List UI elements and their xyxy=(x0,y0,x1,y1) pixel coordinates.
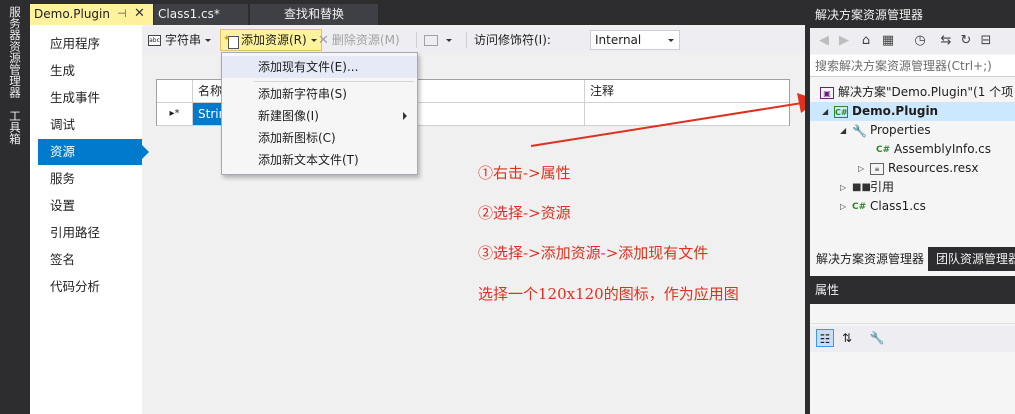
tree-item-resources[interactable]: ▷ ≡ Resources.resx xyxy=(810,159,1015,178)
close-icon[interactable]: ✕ xyxy=(134,4,145,24)
menu-item-add-new-string[interactable]: 添加新字符串(S) xyxy=(222,83,417,105)
chevron-down-icon xyxy=(205,39,212,42)
tab-demo-plugin[interactable]: Demo.Plugin ⊣ ✕ xyxy=(30,4,153,25)
tab-signing[interactable]: 签名 xyxy=(38,247,142,273)
solution-icon: ▣ xyxy=(820,86,834,99)
access-modifier-label: 访问修饰符(I): xyxy=(474,33,551,47)
expanded-icon: ◢ xyxy=(822,107,829,116)
solution-explorer-toolbar: ◀ ▶ ⌂ ▦ ◷ ⇆ ↻ ⊟ xyxy=(810,28,1015,54)
pending-changes-icon[interactable]: ◷ xyxy=(912,33,928,49)
tab-settings[interactable]: 设置 xyxy=(38,193,142,219)
wrench-icon: 🔧 xyxy=(852,123,867,138)
chevron-down-icon xyxy=(668,39,674,42)
tree-item-class1[interactable]: ▷ C# Class1.cs xyxy=(810,197,1015,216)
property-pages-icon[interactable]: 🔧 xyxy=(868,329,886,347)
tab-services[interactable]: 服务 xyxy=(38,166,142,192)
tab-build[interactable]: 生成 xyxy=(38,58,142,84)
menu-item-add-existing-file[interactable]: 添加现有文件(E)... xyxy=(222,56,417,78)
grid-header-comment[interactable]: 注释 xyxy=(585,80,789,103)
tree-item-solution[interactable]: ▣ 解决方案"Demo.Plugin"(1 个项 xyxy=(810,83,1015,102)
tree-item-properties[interactable]: ◢ 🔧 Properties xyxy=(810,121,1015,140)
grid-cell-comment[interactable] xyxy=(585,103,789,126)
expanded-icon: ◢ xyxy=(840,126,847,135)
toolbar-separator xyxy=(466,32,467,48)
solution-bottom-tabs: 解决方案资源管理器 团队资源管理器 xyxy=(810,247,1015,271)
tab-class1[interactable]: Class1.cs* xyxy=(154,4,248,25)
solution-explorer-title: 解决方案资源管理器 xyxy=(810,0,1015,28)
project-properties-tabs: 应用程序 生成 生成事件 调试 资源 服务 设置 引用路径 签名 代码分析 xyxy=(30,25,149,414)
categorized-icon[interactable]: ☷ xyxy=(816,329,834,347)
menu-item-new-image[interactable]: 新建图像(I) xyxy=(222,105,417,127)
view-button[interactable] xyxy=(424,29,452,51)
properties-object-selector[interactable] xyxy=(810,304,1015,324)
tab-solution-explorer[interactable]: 解决方案资源管理器 xyxy=(810,247,928,271)
properties-toolbar: ☷ ⇅ 🔧 xyxy=(810,326,1015,352)
add-resource-menu: 添加现有文件(E)... 添加新字符串(S) 新建图像(I) 添加新图标(C) … xyxy=(221,52,418,175)
menu-item-add-new-text-file[interactable]: 添加新文本文件(T) xyxy=(222,149,417,171)
tab-build-events[interactable]: 生成事件 xyxy=(38,85,142,111)
menu-separator xyxy=(254,81,414,82)
tab-team-explorer[interactable]: 团队资源管理器 xyxy=(930,247,1015,271)
solution-search-input[interactable]: 搜索解决方案资源管理器(Ctrl+;) xyxy=(810,55,1015,77)
delete-icon: ✕ xyxy=(318,32,329,48)
solution-tree: ▣ 解决方案"Demo.Plugin"(1 个项 ◢ C# Demo.Plugin ◢… xyxy=(810,80,1015,245)
solution-explorer-panel: 解决方案资源管理器 ◀ ▶ ⌂ ▦ ◷ ⇆ ↻ ⊟ 搜索解决方案资源管理器(Ct… xyxy=(810,0,1015,414)
switch-views-icon[interactable]: ▦ xyxy=(880,33,896,49)
back-icon[interactable]: ◀ xyxy=(816,33,832,49)
left-tool-strip: 服务器资源管理器 工具箱 xyxy=(0,0,30,414)
refresh-icon[interactable]: ↻ xyxy=(958,33,974,49)
tab-reference-paths[interactable]: 引用路径 xyxy=(38,220,142,246)
chevron-right-icon xyxy=(403,112,407,120)
annotation-step-4: 选择一个120x120的图标，作为应用图 xyxy=(478,285,739,303)
toolbox-tab[interactable]: 工具箱 xyxy=(4,110,26,145)
csharp-project-icon: C# xyxy=(834,105,848,118)
tab-application[interactable]: 应用程序 xyxy=(38,31,142,57)
add-resource-button[interactable]: 添加资源(R) xyxy=(220,29,322,51)
annotation-step-2: ②选择->资源 xyxy=(478,204,571,222)
server-explorer-tab[interactable]: 服务器资源管理器 xyxy=(4,6,26,98)
alphabetical-icon[interactable]: ⇅ xyxy=(838,329,856,347)
tab-find-replace[interactable]: 查找和替换 xyxy=(250,4,378,25)
chevron-down-icon xyxy=(446,39,452,42)
tree-item-assemblyinfo[interactable]: C# AssemblyInfo.cs xyxy=(810,140,1015,159)
collapsed-icon: ▷ xyxy=(840,183,847,192)
tab-debug[interactable]: 调试 xyxy=(38,112,142,138)
remove-resource-button[interactable]: ✕ 删除资源(M) xyxy=(318,29,400,51)
collapse-all-icon[interactable]: ⊟ xyxy=(978,33,994,49)
properties-panel-title: 属性 xyxy=(810,276,1015,304)
csharp-file-icon: C# xyxy=(876,144,891,155)
tab-label: Demo.Plugin xyxy=(34,7,110,21)
tab-resources[interactable]: 资源 xyxy=(38,139,149,165)
annotation-step-3: ③选择->添加资源->添加现有文件 xyxy=(478,244,709,262)
resource-toolbar: abc字符串 添加资源(R) ✕删除资源(M) 访问修饰符(I): Intern… xyxy=(142,27,808,53)
tree-item-project[interactable]: ◢ C# Demo.Plugin xyxy=(810,102,1015,121)
document-tab-bar: Demo.Plugin ⊣ ✕ Class1.cs* 查找和替换 xyxy=(30,0,831,25)
resx-file-icon: ≡ xyxy=(870,162,884,175)
pin-icon[interactable]: ⊣ xyxy=(117,4,127,24)
project-properties-document: 应用程序 生成 生成事件 调试 资源 服务 设置 引用路径 签名 代码分析 ab… xyxy=(30,25,808,414)
csharp-file-icon: C# xyxy=(852,201,867,212)
properties-panel: ☷ ⇅ 🔧 xyxy=(810,304,1015,414)
sync-icon[interactable]: ⇆ xyxy=(938,33,954,49)
add-resource-icon xyxy=(223,29,239,49)
toolbar-separator xyxy=(416,32,417,48)
grid-corner xyxy=(157,80,193,103)
collapsed-icon: ▷ xyxy=(858,164,865,173)
access-modifier-select[interactable]: Internal xyxy=(590,30,680,50)
forward-icon[interactable]: ▶ xyxy=(836,33,852,49)
references-icon: ■■ xyxy=(852,181,871,193)
abc-icon: abc xyxy=(148,35,161,46)
home-icon[interactable]: ⌂ xyxy=(858,33,874,49)
chevron-down-icon xyxy=(310,39,317,42)
strings-button[interactable]: abc 字符串 xyxy=(148,29,212,51)
view-icon xyxy=(424,35,438,46)
collapsed-icon: ▷ xyxy=(840,202,847,211)
annotation-step-1: ①右击->属性 xyxy=(478,164,571,182)
new-row-marker: ▸* xyxy=(157,103,193,126)
tab-code-analysis[interactable]: 代码分析 xyxy=(38,274,142,300)
menu-item-add-new-icon[interactable]: 添加新图标(C) xyxy=(222,127,417,149)
tree-item-references[interactable]: ▷ ■■引用 xyxy=(810,178,1015,197)
